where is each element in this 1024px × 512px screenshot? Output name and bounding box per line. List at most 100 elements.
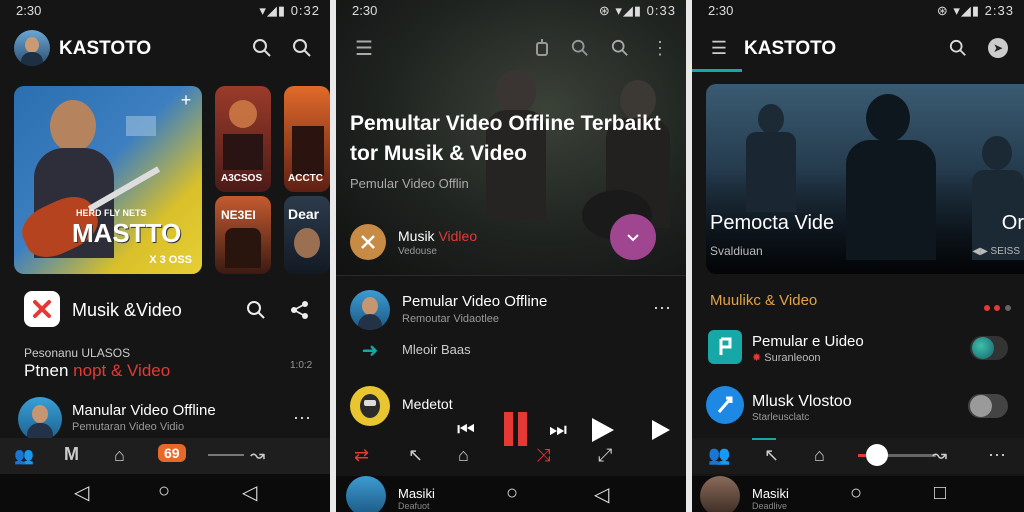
people-icon[interactable]: 👥 [14, 446, 34, 466]
more-options-icon[interactable]: ⋯ [290, 408, 314, 428]
card-title: MASTTO [72, 218, 182, 248]
album-card[interactable]: A3CSOS [215, 86, 271, 192]
tab-indicator [692, 69, 742, 72]
promo-count: 1:0:2 [290, 360, 313, 371]
search-icon[interactable] [570, 38, 590, 58]
back-arrow-icon[interactable]: ↖ [764, 445, 779, 466]
section-title: Musik &Video [72, 300, 182, 320]
status-bar: 2:30 ⊛ ▾◢▮ 0:33 [336, 0, 686, 22]
back-icon[interactable]: ◁ [74, 480, 89, 505]
mini-player-title[interactable]: Masiki [752, 486, 789, 501]
channel-label: Musik Vidleo [398, 228, 477, 244]
bottom-toolbar: 👥 M ⌂ 69 ↝ [0, 438, 330, 474]
app-title: KASTOTO [59, 38, 152, 59]
album-label: A3CSOS [221, 173, 263, 184]
featured-card[interactable]: Pemocta Vide Or Svaldiuan ◀▶ SEISS [706, 84, 1024, 274]
home-icon[interactable]: ⌂ [458, 445, 469, 466]
album-card[interactable]: ACCTC [284, 86, 330, 192]
status-icons: ⊛ ▾◢▮ 0:33 [598, 3, 676, 18]
home-circle-icon[interactable]: ○ [506, 482, 518, 505]
menu-icon[interactable]: ☰ [352, 38, 376, 60]
channel-label-red: Vidleo [438, 228, 478, 244]
divider [336, 275, 686, 276]
mini-player-subtitle: Deadlive [752, 501, 788, 511]
more-vertical-icon[interactable]: ⋮ [651, 38, 669, 58]
back-arrow-icon[interactable]: ↖ [408, 445, 423, 466]
promo-title: Ptnen nopt & Video [24, 361, 170, 381]
toggle-switch-on[interactable] [970, 336, 1008, 360]
status-icons: ▾◢▮ 0:32 [259, 3, 320, 18]
featured-card[interactable]: + HERD FLY NETS MASTTO X 3 OSS [14, 86, 202, 274]
promo-title-red: nopt & Video [73, 361, 171, 380]
notification-badge[interactable]: 69 [158, 444, 186, 462]
mini-player-title[interactable]: Masiki [398, 486, 435, 501]
hero-subtitle: Pemular Video Offlin [350, 176, 469, 191]
hero-title-right: Or [1001, 212, 1024, 234]
list-item-title[interactable]: Medetot [402, 396, 453, 412]
phone-screen-player: 2:30 ⊛ ▾◢▮ 0:33 ☰ ⋮ Pemultar Video Offli… [336, 0, 686, 512]
promo-caption: Pesonanu ULASOS [24, 346, 131, 360]
status-bar: 2:30 ▾◢▮ 0:32 [0, 0, 330, 22]
list-item-subtitle: Starleusclatc [752, 412, 810, 423]
home-icon[interactable]: ⌂ [814, 445, 825, 466]
more-dots-icon[interactable] [984, 298, 1011, 316]
fab-button[interactable] [610, 214, 656, 260]
progress-track [208, 454, 244, 456]
share-icon[interactable] [288, 298, 312, 322]
list-item-title[interactable]: Pemular e Uideo [752, 333, 864, 350]
back-icon-alt[interactable]: ◁ [242, 480, 257, 505]
list-item-avatar [350, 290, 390, 330]
status-time: 2:30 [16, 3, 42, 18]
app-logo-icon [24, 291, 60, 327]
album-card[interactable]: Dear [284, 196, 330, 274]
seek-thumb[interactable] [866, 444, 888, 466]
list-item-subtitle: Remoutar Vidaotlee [402, 313, 500, 325]
section-title: Muulikc & Video [710, 292, 818, 309]
mini-player-avatar [346, 476, 386, 512]
search-icon[interactable] [250, 36, 274, 60]
profile-avatar[interactable] [14, 30, 50, 66]
search-icon-secondary[interactable] [610, 38, 630, 58]
swipe-icon[interactable]: ↝ [932, 445, 947, 466]
cast-icon[interactable] [532, 38, 552, 58]
search-icon[interactable] [948, 38, 968, 58]
cast-icon[interactable]: ➤ [988, 38, 1008, 58]
list-item-title[interactable]: Mleoir Baas [402, 342, 471, 357]
album-card[interactable]: NE3EI [215, 196, 271, 274]
search-icon-secondary[interactable] [290, 36, 314, 60]
hero-title-line2: tor Musik & Video [350, 142, 527, 165]
system-nav-bar: Masiki Deadlive ○ □ [692, 476, 1024, 512]
recents-icon[interactable]: □ [934, 482, 946, 505]
home-circle-icon[interactable]: ○ [158, 480, 170, 503]
card-subtitle: HERD FLY NETS [76, 208, 147, 218]
list-item-title[interactable]: Mlusk Vlostoo [752, 393, 852, 411]
list-item-title[interactable]: Manular Video Offline [72, 402, 216, 419]
more-options-icon[interactable]: ⋯ [650, 298, 674, 318]
home-circle-icon[interactable]: ○ [850, 482, 862, 505]
toggle-switch-off[interactable] [968, 394, 1008, 418]
menu-icon[interactable]: ☰ [708, 38, 730, 58]
expand-icon[interactable]: ⤢ [598, 445, 612, 466]
status-time: 2:30 [708, 3, 734, 18]
search-icon[interactable] [244, 298, 268, 322]
hero-meta: ◀▶ SEISS [972, 246, 1020, 257]
phone-screen-library: 2:30 ⊛ ▾◢▮ 2:33 ☰ KASTOTO ➤ Pemocta Vide… [692, 0, 1024, 512]
home-icon[interactable]: ⌂ [114, 445, 125, 466]
people-icon[interactable]: 👥 [708, 445, 730, 466]
forward-arrow-icon[interactable]: ➜ [358, 340, 382, 362]
list-item-subtitle-text: Suranleoon [764, 352, 821, 364]
back-icon[interactable]: ◁ [594, 482, 609, 507]
system-nav-bar: Masiki Deafuot ○ ◁ [336, 476, 686, 512]
repeat-icon[interactable]: ⤨ [536, 445, 550, 466]
channel-label-white: Musik [398, 228, 439, 244]
add-icon[interactable]: + [178, 90, 194, 110]
list-item-title[interactable]: Pemular Video Offline [402, 293, 547, 310]
shuffle-icon[interactable]: ⇄ [354, 445, 369, 466]
promo-title-white: Ptnen [24, 361, 74, 380]
status-bar: 2:30 ⊛ ▾◢▮ 2:33 [692, 0, 1024, 22]
m-icon[interactable]: M [64, 444, 79, 465]
more-options-icon[interactable]: ⋯ [988, 445, 1006, 466]
channel-logo-icon [350, 224, 386, 260]
list-item-avatar [18, 397, 62, 441]
swipe-icon[interactable]: ↝ [250, 445, 265, 466]
